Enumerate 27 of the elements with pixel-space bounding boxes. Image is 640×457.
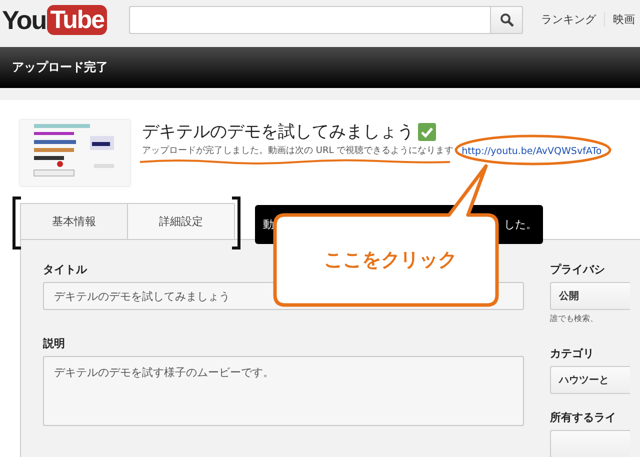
field-label: プライバシ: [550, 262, 606, 277]
bracket-mark: [231, 196, 241, 250]
tab[interactable]: 基本情報: [20, 203, 127, 240]
dropdown[interactable]: ハウツーと: [550, 366, 630, 394]
search-button[interactable]: [490, 6, 524, 34]
tab[interactable]: 詳細設定: [127, 203, 235, 240]
field-label: 所有するライ: [550, 410, 617, 425]
dropdown[interactable]: [550, 430, 630, 457]
field-hint: 誰でも検索、: [550, 313, 599, 324]
dropdown[interactable]: 公開: [550, 282, 630, 310]
upload-message: アップロードが完了しました。動画は次の URL で視聴できるようになります: [142, 146, 454, 157]
logo-badge[interactable]: Tube: [47, 4, 108, 34]
field-label: 説明: [43, 336, 65, 351]
field-label: タイトル: [43, 262, 87, 277]
search-icon: [500, 12, 514, 26]
tooltip-text: 動: [263, 217, 274, 232]
banner-title: アップロード完了: [12, 59, 108, 76]
callout-tooltip-text: ここをクリック: [324, 248, 457, 273]
bracket-mark: [12, 196, 22, 250]
nav-link[interactable]: ランキング: [533, 12, 606, 27]
tooltip-text: した。: [504, 217, 537, 232]
nav-link[interactable]: 映画: [605, 12, 640, 27]
logo-text[interactable]: You: [2, 4, 46, 34]
search-field[interactable]: [129, 6, 490, 34]
video-title: デキテルのデモを試してみましょう: [142, 121, 414, 144]
field-label: カテゴリ: [550, 346, 595, 361]
description-field[interactable]: デキテルのデモを試す様子のムービーです。: [43, 356, 524, 426]
